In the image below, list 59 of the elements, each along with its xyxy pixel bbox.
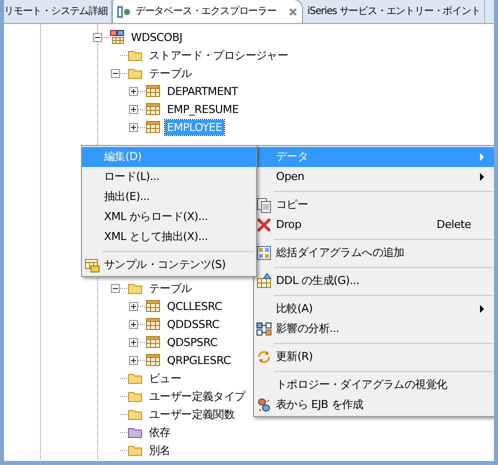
schema-icon xyxy=(109,29,125,45)
table-icon xyxy=(145,298,161,314)
table-icon xyxy=(145,316,161,332)
tree-item[interactable]: QRPGLESRC xyxy=(165,352,233,368)
collapse-icon[interactable] xyxy=(111,68,120,78)
bean-icon xyxy=(256,397,272,413)
table-icon xyxy=(145,83,161,99)
tab[interactable]: データベース・エクスプローラー xyxy=(112,0,304,23)
tab[interactable]: iSeries サービス・エントリー・ポイント xyxy=(303,0,486,23)
menu-item[interactable]: Open xyxy=(254,167,494,187)
tree-item[interactable]: WDSCOBJ xyxy=(129,30,184,44)
collapse-icon[interactable] xyxy=(111,284,120,292)
refresh-icon xyxy=(256,349,272,365)
database-explorer-icon xyxy=(117,4,132,18)
tree-item[interactable]: 別名 xyxy=(147,442,172,458)
menu-item[interactable]: コピー xyxy=(254,195,494,215)
tree-item[interactable]: ストアード・プロシージャー xyxy=(147,48,290,62)
tree-item[interactable]: テーブル xyxy=(147,66,194,80)
menu-item[interactable]: トポロジー・ダイアグラムの視覚化 xyxy=(254,375,494,395)
table-icon xyxy=(256,273,272,289)
table-icon xyxy=(145,101,161,117)
tree-item[interactable]: EMP_RESUME xyxy=(165,102,241,116)
menu-item[interactable]: 抽出(E)... xyxy=(82,187,256,207)
menu-item[interactable]: XML として抽出(X)... xyxy=(82,227,256,247)
table-icon xyxy=(84,257,100,273)
expand-icon[interactable] xyxy=(129,356,138,364)
tree-item[interactable]: テーブル xyxy=(147,280,194,296)
menu-item[interactable]: XML からロード(X)... xyxy=(82,207,256,227)
expand-icon[interactable] xyxy=(129,86,138,96)
tree-item[interactable]: 依存 xyxy=(147,424,172,440)
table-icon xyxy=(145,334,161,350)
menu-item[interactable]: DDL の生成(G)... xyxy=(254,271,494,291)
expand-icon[interactable] xyxy=(129,122,138,132)
table-icon xyxy=(145,119,161,135)
tree-item[interactable]: QDDSSRC xyxy=(165,316,222,332)
tree-item[interactable]: DEPARTMENT xyxy=(165,84,240,98)
tree-item[interactable]: ユーザー定義タイプ xyxy=(147,388,248,404)
menu-item[interactable]: ロード(L)... xyxy=(82,167,256,187)
tree-item[interactable]: QCLLESRC xyxy=(165,298,224,314)
table-icon xyxy=(145,352,161,368)
menu-item[interactable]: 更新(R) xyxy=(254,347,494,367)
delete-icon xyxy=(256,217,272,233)
menu-item[interactable]: 影響の分析... xyxy=(254,319,494,339)
impact-icon xyxy=(256,321,272,337)
expand-icon[interactable] xyxy=(129,302,138,310)
menu-item[interactable]: 比較(A) xyxy=(254,299,494,319)
diagram-icon xyxy=(256,245,272,261)
tree-item[interactable]: ビュー xyxy=(147,370,184,386)
menu-item[interactable]: サンプル・コンテンツ(S) xyxy=(82,255,256,275)
tree-item[interactable]: ユーザー定義関数 xyxy=(147,406,237,422)
close-icon[interactable] xyxy=(288,6,298,16)
tree-item[interactable]: QDSPSRC xyxy=(165,334,220,350)
collapse-icon[interactable] xyxy=(93,32,102,42)
expand-icon[interactable] xyxy=(129,104,138,114)
menu-item[interactable]: 表から EJB を作成 xyxy=(254,395,494,415)
expand-icon[interactable] xyxy=(129,320,138,328)
expand-icon[interactable] xyxy=(129,338,138,346)
menu-item[interactable]: Drop Delete xyxy=(254,215,494,235)
menu-item[interactable]: 総括ダイアグラムへの追加 xyxy=(254,243,494,263)
